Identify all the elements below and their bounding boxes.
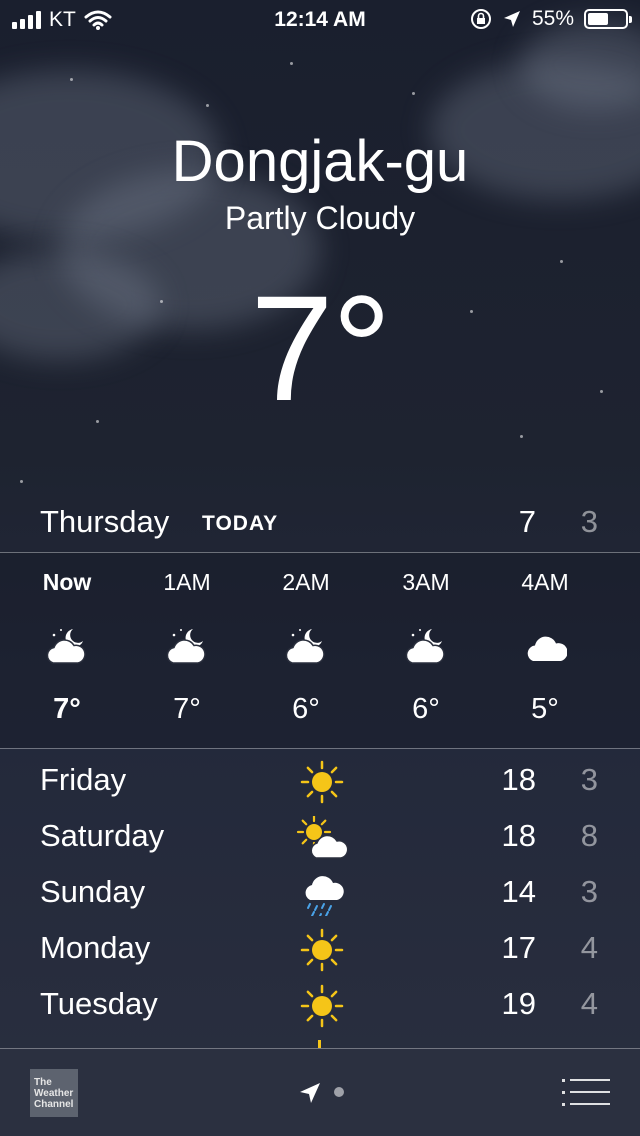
today-low: 3 [580,504,598,539]
brand-line: The [34,1077,52,1088]
hour-label: 1AM [163,569,211,595]
today-row: Thursday TODAY 7 3 [0,500,640,552]
day-low: 8 [580,818,598,853]
hourly-forecast[interactable]: Now 7° 1AM 7° 2AM 6° 3AM 6° 4AM 5° [0,553,640,748]
partly-cloudy-night-icon [45,625,89,665]
next-row-peek [318,1040,321,1048]
day-low: 3 [580,874,598,909]
today-tag: TODAY [202,512,279,535]
status-bar: KT 12:14 AM 55% [0,0,640,40]
condition-text: Partly Cloudy [224,200,416,236]
hour-temp: 7° [173,693,201,725]
day-high: 14 [501,874,536,909]
day-high: 17 [501,930,536,965]
star [20,480,23,483]
day-name: Sunday [40,874,146,909]
daily-row: Saturday 18 8 [0,808,640,864]
daily-row: Monday 17 4 [0,920,640,976]
sun-icon [294,928,350,972]
day-name: Saturday [40,818,165,853]
sun-icon [294,760,350,804]
star [290,62,293,65]
bottom-toolbar: The Weather Channel [0,1049,640,1136]
partly-cloudy-night-icon [165,625,209,665]
day-low: 4 [580,930,598,965]
location-arrow-icon [503,11,520,27]
today-day: Thursday [40,504,170,539]
partly-cloudy-night-icon [284,625,328,665]
city-name: Dongjak-gu [171,129,469,194]
daily-row: Sunday 14 3 [0,864,640,920]
status-right: 55% [470,7,632,31]
brand-line: Weather [34,1088,74,1099]
today-high: 7 [518,504,536,539]
hour-temp: 5° [531,693,559,725]
day-high: 19 [501,986,536,1021]
star [70,78,73,81]
day-name: Friday [40,762,127,797]
day-name: Tuesday [40,986,158,1021]
hour-temp: 6° [292,693,320,725]
brand-line: Channel [34,1099,74,1110]
hour-label: 3AM [402,569,450,595]
sun-icon [294,984,350,1028]
rain-icon [294,872,350,919]
partly-cloudy-night-icon [404,625,448,665]
star [520,435,523,438]
star [412,92,415,95]
star [206,104,209,107]
day-high: 18 [501,762,536,797]
hour-label: Now [42,569,92,595]
orientation-lock-icon [470,9,491,29]
day-high: 18 [501,818,536,853]
battery-icon [584,9,632,29]
divider [0,748,640,749]
day-low: 3 [580,762,598,797]
current-temperature: 7° [250,264,391,432]
page-dot[interactable] [334,1087,344,1097]
hour-label: 2AM [282,569,330,595]
weather-channel-logo[interactable]: The Weather Channel [30,1069,78,1117]
battery-fill [588,13,608,25]
star [560,260,563,263]
day-low: 4 [580,986,598,1021]
daily-row: Friday 18 3 [0,752,640,808]
daily-row: Tuesday 19 4 [0,976,640,1032]
sky-background [0,0,640,520]
hour-temp: 6° [412,693,440,725]
day-name: Monday [40,930,151,965]
battery-percent: 55% [531,7,574,30]
location-arrow-icon[interactable] [296,1079,324,1107]
cloud-icon [523,625,568,665]
partly-sunny-icon [294,814,350,860]
list-icon[interactable] [562,1075,610,1111]
hour-label: 4AM [521,569,569,595]
hour-temp: 7° [53,693,81,725]
